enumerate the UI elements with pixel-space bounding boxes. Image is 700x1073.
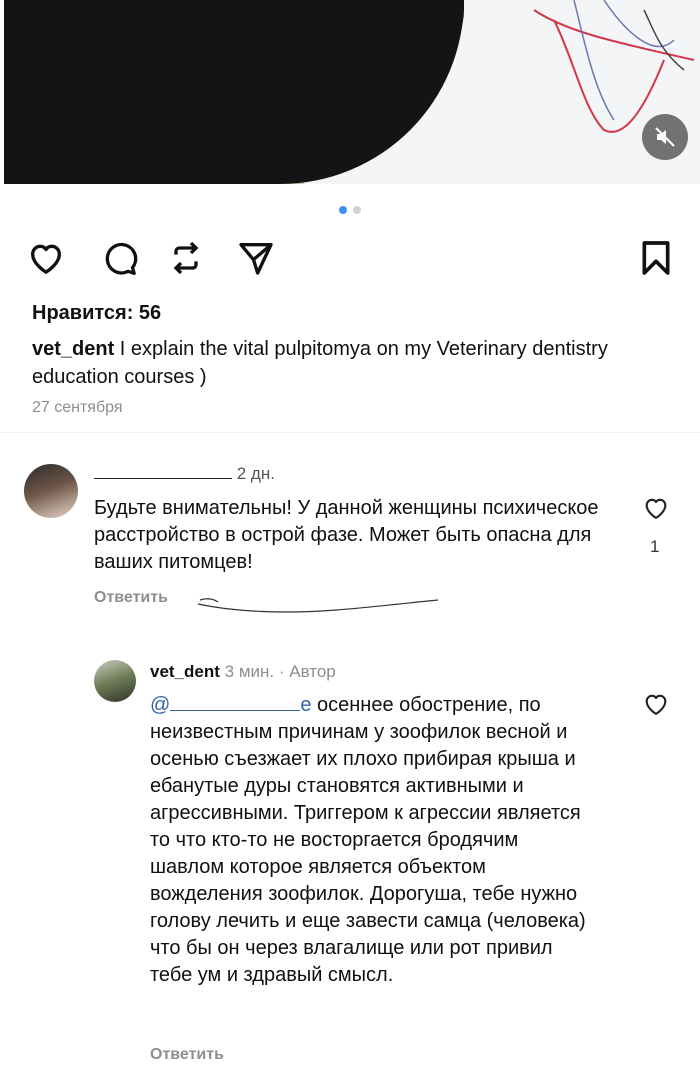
comment-meta: 3 мин. · Автор: [219, 662, 336, 681]
comment-body: осеннее обострение, по неизвестным причи…: [150, 694, 586, 986]
comment-text: Будьте внимательны! У данной женщины пси…: [94, 497, 599, 573]
carousel-dot-active: [339, 206, 347, 214]
save-button[interactable]: [634, 236, 678, 280]
divider: [0, 432, 700, 433]
comment-username[interactable]: vet_dent: [150, 662, 220, 681]
post-media[interactable]: [4, 0, 700, 184]
mention-link[interactable]: @ е: [150, 694, 311, 716]
repost-icon: [173, 241, 199, 275]
carousel-dot: [353, 206, 361, 214]
comment-text: @ е осеннее обострение, по неизвестным пр…: [150, 692, 590, 989]
redacted-username: [94, 464, 232, 479]
post-action-bar: [24, 236, 680, 282]
share-button[interactable]: [234, 236, 278, 280]
carousel-indicator: [0, 206, 700, 214]
redaction-scribble: [197, 598, 439, 613]
comment-header: vet_dent 3 мин. · Автор: [150, 662, 336, 682]
repost-button[interactable]: [164, 236, 208, 280]
reply-button[interactable]: Ответить: [94, 589, 168, 607]
avatar[interactable]: [94, 660, 136, 702]
reply-button[interactable]: Ответить: [150, 1046, 224, 1064]
heart-icon: [30, 244, 61, 274]
likes-count[interactable]: Нравится: 56: [32, 302, 161, 325]
heart-icon: [645, 498, 667, 519]
caption-text: I explain the vital pulpitomya on my Vet…: [32, 338, 608, 388]
comment-icon: [105, 242, 138, 275]
comment-like-count: 1: [650, 537, 660, 556]
like-button[interactable]: [24, 236, 68, 280]
comment-button[interactable]: [98, 236, 142, 280]
post-caption: vet_dent I explain the vital pulpitomya …: [32, 335, 652, 391]
avatar[interactable]: [24, 464, 78, 518]
redacted-mention: [170, 696, 301, 711]
bookmark-icon: [642, 241, 670, 275]
mute-icon: [655, 127, 675, 147]
comment-like-button[interactable]: [638, 686, 674, 722]
post-date: 27 сентября: [32, 399, 123, 416]
comment-header: 2 дн.: [94, 464, 275, 484]
caption-username[interactable]: vet_dent: [32, 338, 114, 360]
comment-like-button[interactable]: [638, 490, 674, 526]
mute-button[interactable]: [642, 114, 688, 160]
share-icon: [239, 243, 273, 275]
heart-icon: [645, 694, 667, 715]
comment-time: 2 дн.: [236, 464, 275, 483]
